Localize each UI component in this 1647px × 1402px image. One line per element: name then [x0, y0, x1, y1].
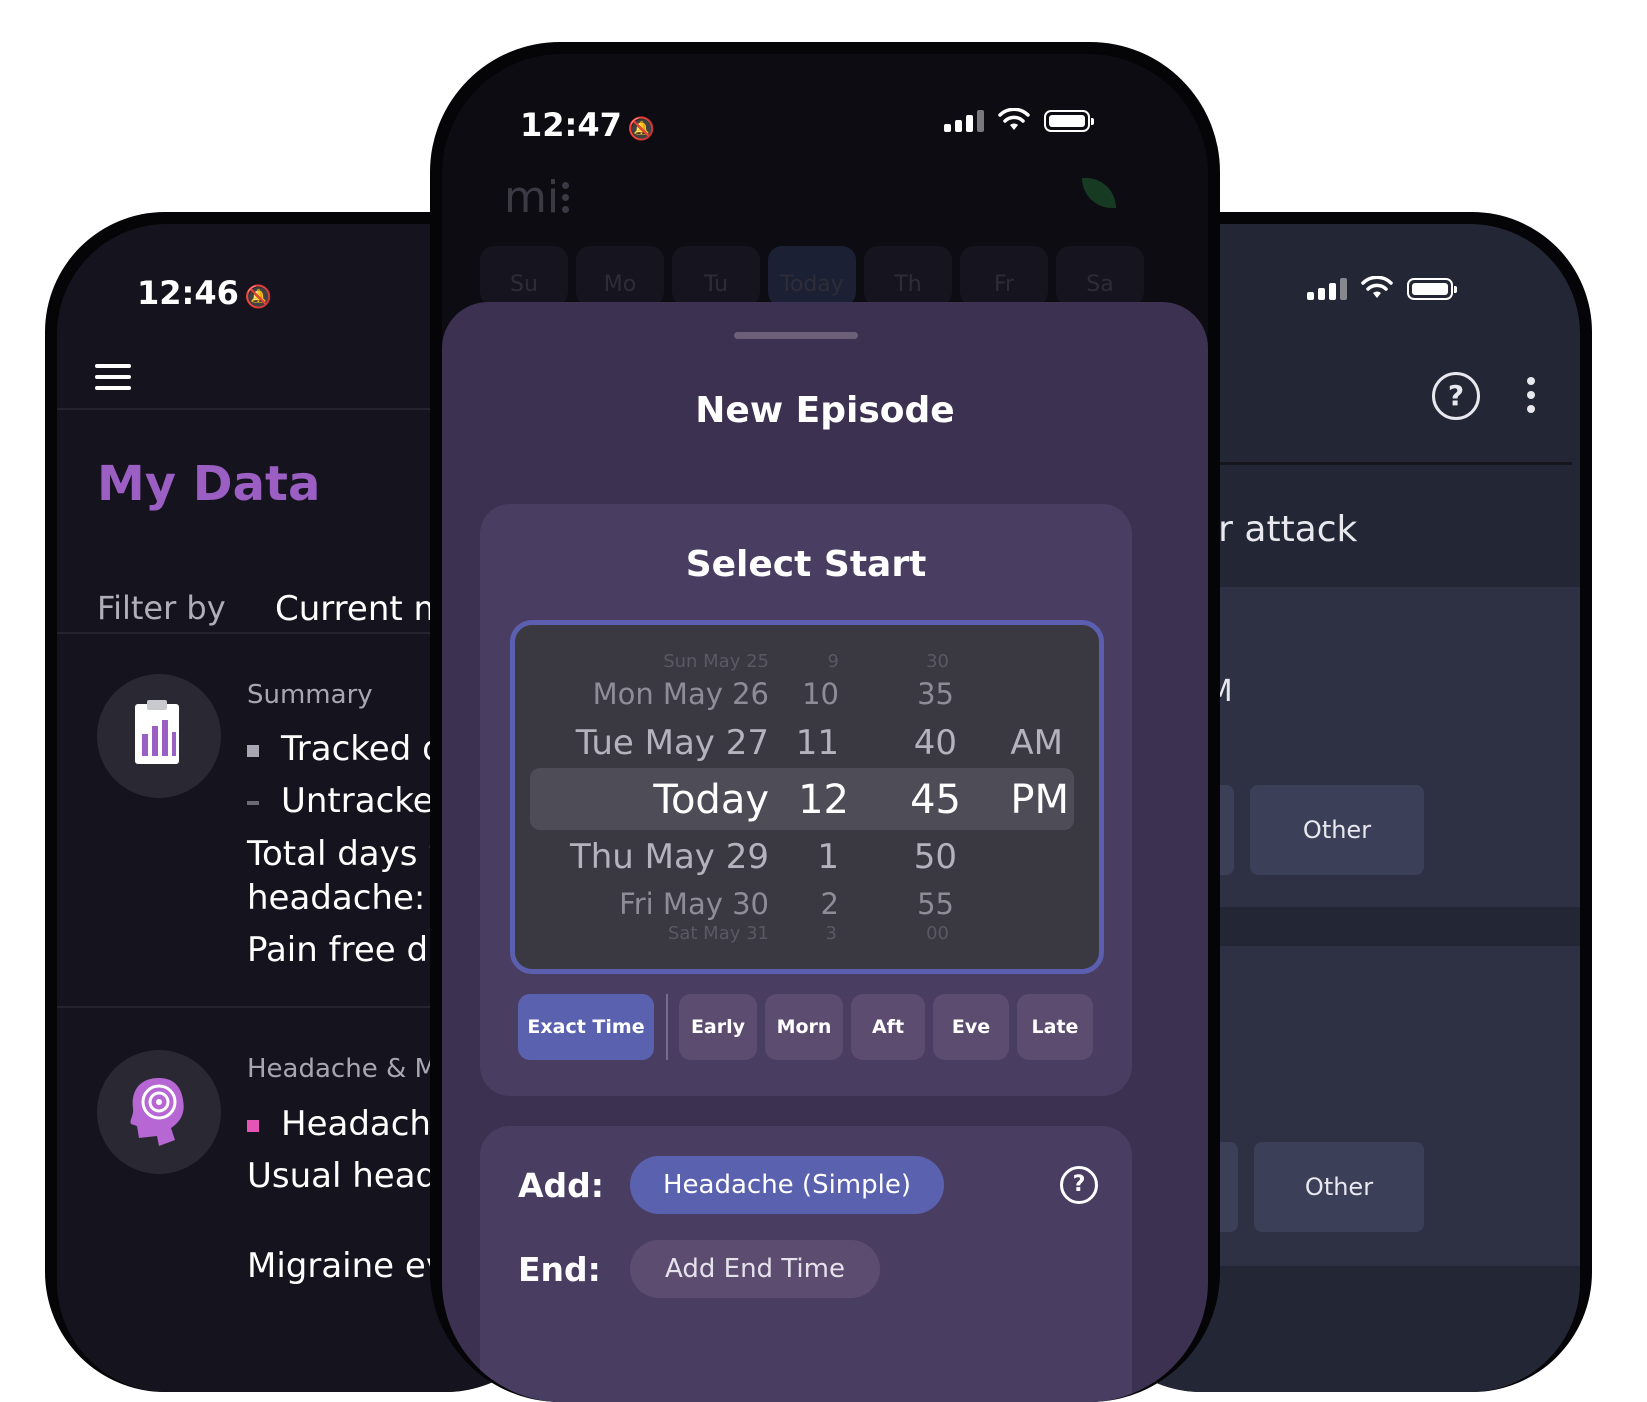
- wifi-icon: [1361, 276, 1393, 298]
- chip-eve[interactable]: Eve: [933, 994, 1009, 1060]
- chip-morn[interactable]: Morn: [765, 994, 843, 1060]
- sheet-title: New Episode: [695, 390, 955, 431]
- picker-minute[interactable]: 30: [926, 651, 949, 672]
- day-tuesday[interactable]: Tu: [672, 246, 760, 306]
- picker-minute[interactable]: 50: [914, 837, 957, 877]
- signal-icon: [1307, 278, 1347, 300]
- picker-hour[interactable]: 11: [796, 723, 839, 763]
- signal-icon: [944, 110, 984, 132]
- logo-dots-icon: [562, 182, 569, 218]
- day-thursday[interactable]: Th: [864, 246, 952, 306]
- picker-minute[interactable]: 00: [926, 923, 949, 944]
- new-episode-screen: 12:47 🔕 mi Su Mo Tu Today Th Fr Sa New Ep…: [442, 54, 1208, 1402]
- help-icon[interactable]: ?: [1060, 1166, 1098, 1204]
- status-icons: [1307, 276, 1457, 300]
- day-today[interactable]: Today: [768, 246, 856, 306]
- picker-date[interactable]: Sun May 25: [663, 651, 769, 672]
- chip-aft[interactable]: Aft: [851, 994, 925, 1060]
- picker-hour[interactable]: 2: [821, 887, 839, 921]
- end-label: End:: [518, 1250, 601, 1289]
- help-icon[interactable]: ?: [1432, 372, 1480, 420]
- picker-date[interactable]: Tue May 27: [576, 723, 769, 763]
- total-days-text: Total days w: [247, 834, 457, 874]
- app-logo: mi: [504, 172, 560, 223]
- leaf-icon: [1082, 178, 1116, 208]
- picker-hour[interactable]: 10: [802, 677, 839, 711]
- status-icons: [944, 108, 1094, 132]
- picker-hour[interactable]: 9: [828, 651, 839, 672]
- chip-divider: [666, 994, 668, 1060]
- menu-icon[interactable]: [95, 364, 131, 390]
- sheet-grabber[interactable]: [734, 332, 858, 339]
- chip-exact-time[interactable]: Exact Time: [518, 994, 654, 1060]
- page-title: My Data: [97, 456, 321, 512]
- battery-icon: [1044, 110, 1094, 132]
- picker-date[interactable]: Thu May 29: [570, 837, 769, 877]
- picker-date-selected[interactable]: Today: [653, 777, 769, 823]
- status-time: 12:46 🔕: [137, 274, 273, 312]
- add-label: Add:: [518, 1166, 604, 1205]
- chip-early[interactable]: Early: [679, 994, 757, 1060]
- tracked-days-row: Tracked d: [247, 729, 444, 769]
- add-type-button[interactable]: Headache (Simple): [630, 1156, 944, 1214]
- day-saturday[interactable]: Sa: [1056, 246, 1144, 306]
- picker-pm-selected[interactable]: PM: [1010, 777, 1069, 823]
- picker-minute[interactable]: 40: [914, 723, 957, 763]
- summary-label: Summary: [247, 680, 373, 710]
- migraine-text: Migraine ev: [247, 1246, 446, 1286]
- bell-slash-icon: 🔕: [244, 285, 273, 310]
- day-sunday[interactable]: Su: [480, 246, 568, 306]
- select-start-title: Select Start: [685, 544, 927, 585]
- more-options-icon[interactable]: [1527, 377, 1535, 419]
- week-strip: Su Mo Tu Today Th Fr Sa: [480, 246, 1144, 306]
- picker-hour[interactable]: 3: [826, 923, 837, 944]
- head-icon: [97, 1050, 221, 1174]
- picker-hour-selected[interactable]: 12: [798, 777, 849, 823]
- battery-icon: [1407, 278, 1457, 300]
- add-end-time-button[interactable]: Add End Time: [630, 1240, 880, 1298]
- picker-minute[interactable]: 35: [917, 677, 954, 711]
- picker-date[interactable]: Fri May 30: [619, 887, 769, 921]
- headache-section-label: Headache & Mi: [247, 1054, 445, 1084]
- headache-row: Headache: [247, 1104, 452, 1144]
- select-start-card: Select Start Sun May 25 Mon May 26 Tue M…: [480, 504, 1132, 1096]
- total-days-value: headache: 0: [247, 878, 458, 918]
- chip-late[interactable]: Late: [1017, 994, 1093, 1060]
- pain-free-text: Pain free da: [247, 930, 449, 970]
- new-episode-sheet: New Episode Select Start Sun May 25 Mon …: [442, 302, 1208, 1402]
- chip-other-2[interactable]: Other: [1254, 1142, 1424, 1232]
- wifi-icon: [998, 108, 1030, 130]
- picker-date[interactable]: Mon May 26: [593, 677, 769, 711]
- status-time: 12:47 🔕: [520, 106, 656, 144]
- picker-date[interactable]: Sat May 31: [668, 923, 769, 944]
- usual-headache-text: Usual heada: [247, 1156, 458, 1196]
- date-time-picker[interactable]: Sun May 25 Mon May 26 Tue May 27 Today T…: [510, 620, 1104, 974]
- filter-dropdown[interactable]: Current m: [275, 589, 447, 629]
- picker-minute[interactable]: 55: [917, 887, 954, 921]
- picker-minute-selected[interactable]: 45: [910, 777, 961, 823]
- day-friday[interactable]: Fr: [960, 246, 1048, 306]
- picker-am[interactable]: AM: [1010, 723, 1063, 763]
- summary-icon: [97, 674, 221, 798]
- add-card: Add: Headache (Simple) ? End: Add End Ti…: [480, 1126, 1132, 1402]
- untracked-days-row: Untracked: [247, 781, 455, 821]
- picker-hour[interactable]: 1: [817, 837, 839, 877]
- day-monday[interactable]: Mo: [576, 246, 664, 306]
- bell-slash-icon: 🔕: [627, 117, 656, 142]
- center-phone: 12:47 🔕 mi Su Mo Tu Today Th Fr Sa New Ep…: [430, 42, 1220, 1402]
- filter-label: Filter by: [97, 589, 226, 627]
- chip-other-1[interactable]: Other: [1250, 785, 1424, 875]
